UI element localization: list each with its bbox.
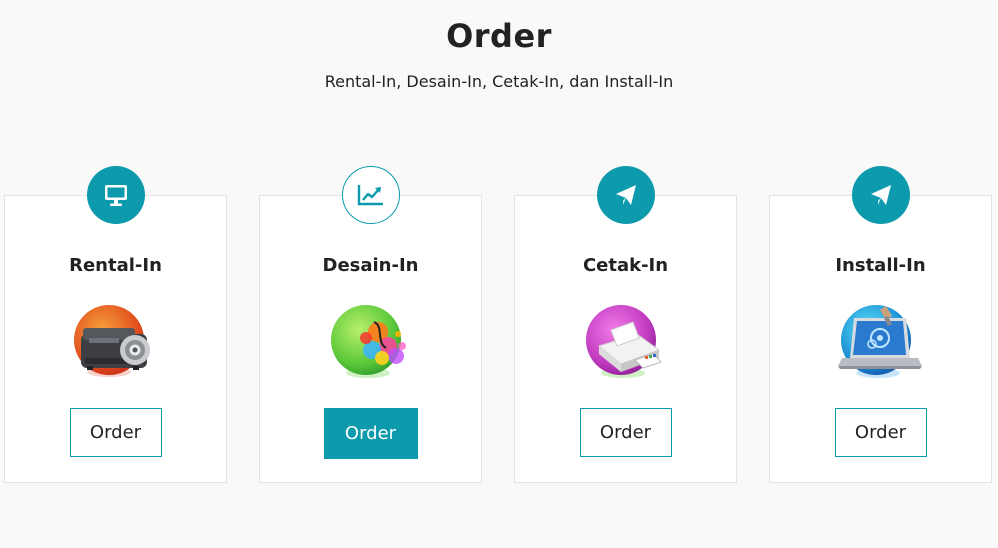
order-button[interactable]: Order — [323, 408, 418, 459]
card-cetak-in: Cetak-In Order — [514, 166, 737, 483]
order-button[interactable]: Order — [69, 408, 162, 457]
monitor-icon — [86, 166, 145, 224]
order-button[interactable]: Order — [579, 408, 672, 457]
card-title: Desain-In — [322, 255, 419, 276]
page-subtitle: Rental-In, Desain-In, Cetak-In, dan Inst… — [324, 72, 674, 91]
card-title: Rental-In — [69, 255, 162, 276]
paper-plane-icon — [851, 166, 910, 224]
laptop-install-illustration — [836, 302, 926, 382]
line-chart-icon — [341, 166, 400, 224]
order-button[interactable]: Order — [834, 408, 927, 457]
paint-splash-illustration — [326, 302, 416, 382]
card-title: Cetak-In — [582, 255, 669, 276]
card-desain-in: Desain-In Order — [259, 166, 482, 483]
card-install-in: Install-In Order — [769, 166, 992, 483]
card-rental-in: Rental-In Order — [4, 166, 227, 483]
page-title: Order — [446, 17, 552, 55]
card-title: Install-In — [835, 255, 926, 276]
printer-illustration — [581, 302, 671, 382]
projector-illustration — [71, 302, 161, 382]
paper-plane-icon — [596, 166, 655, 224]
